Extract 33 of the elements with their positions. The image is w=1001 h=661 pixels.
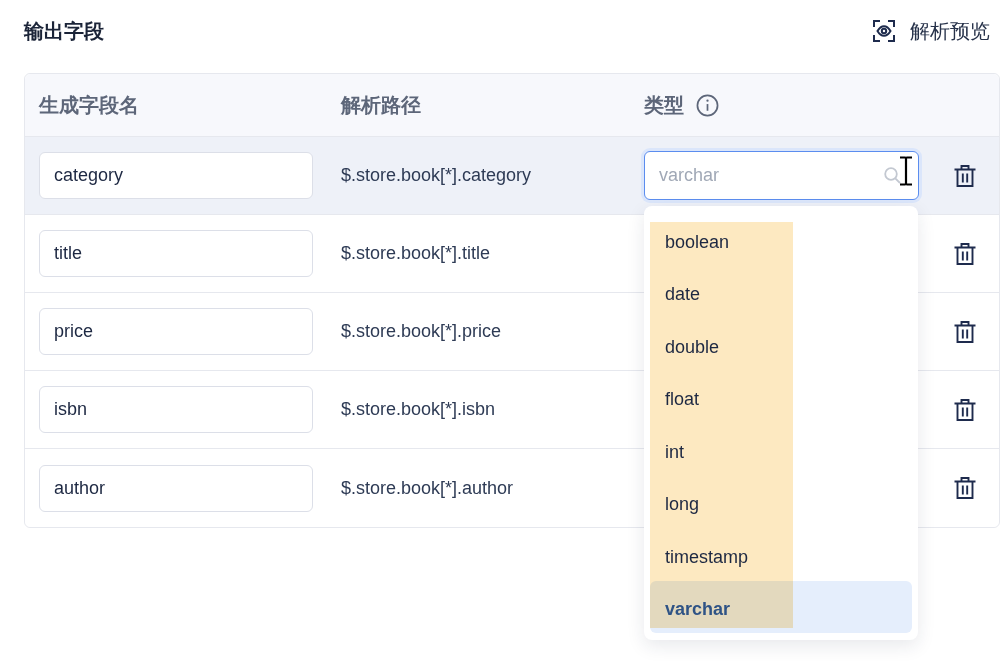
info-icon[interactable] xyxy=(696,93,719,117)
column-header: 类型 xyxy=(644,93,684,118)
dropdown-option[interactable]: boolean xyxy=(650,213,912,266)
dropdown-option[interactable]: long xyxy=(650,475,912,528)
trash-icon[interactable] xyxy=(953,397,977,422)
field-name-input[interactable]: category xyxy=(39,152,313,199)
trash-icon[interactable] xyxy=(953,476,977,500)
dropdown-option[interactable]: int xyxy=(650,423,912,476)
preview-button[interactable]: 解析预览 xyxy=(872,16,990,46)
column-header: 解析路径 xyxy=(341,93,421,118)
trash-icon[interactable] xyxy=(953,241,977,266)
text-cursor-icon xyxy=(899,156,913,186)
dropdown-option[interactable]: varchar xyxy=(650,580,912,633)
dropdown-option[interactable]: double xyxy=(650,318,912,371)
trash-icon[interactable] xyxy=(953,319,977,344)
column-header: 生成字段名 xyxy=(39,93,139,118)
path-text: $.store.book[*].isbn xyxy=(341,399,496,419)
path-text: $.store.book[*].category xyxy=(341,165,532,185)
dropdown-option[interactable]: float xyxy=(650,370,912,423)
path-text: $.store.book[*].title xyxy=(341,243,491,263)
dropdown-option[interactable]: date xyxy=(650,265,912,318)
eye-scan-icon xyxy=(872,19,896,43)
field-name-input[interactable]: isbn xyxy=(39,386,313,433)
path-text: $.store.book[*].author xyxy=(341,477,514,498)
field-name-input[interactable]: title xyxy=(39,230,313,277)
section-title: 输出字段 xyxy=(24,19,104,44)
dropdown-option[interactable]: timestamp xyxy=(650,528,912,581)
field-name-input[interactable]: price xyxy=(39,308,313,355)
path-text: $.store.book[*].price xyxy=(341,321,502,341)
type-select-field[interactable]: varchar xyxy=(644,151,919,200)
field-name-input[interactable]: author xyxy=(39,464,313,512)
search-icon xyxy=(884,167,901,184)
trash-icon[interactable] xyxy=(953,163,977,188)
